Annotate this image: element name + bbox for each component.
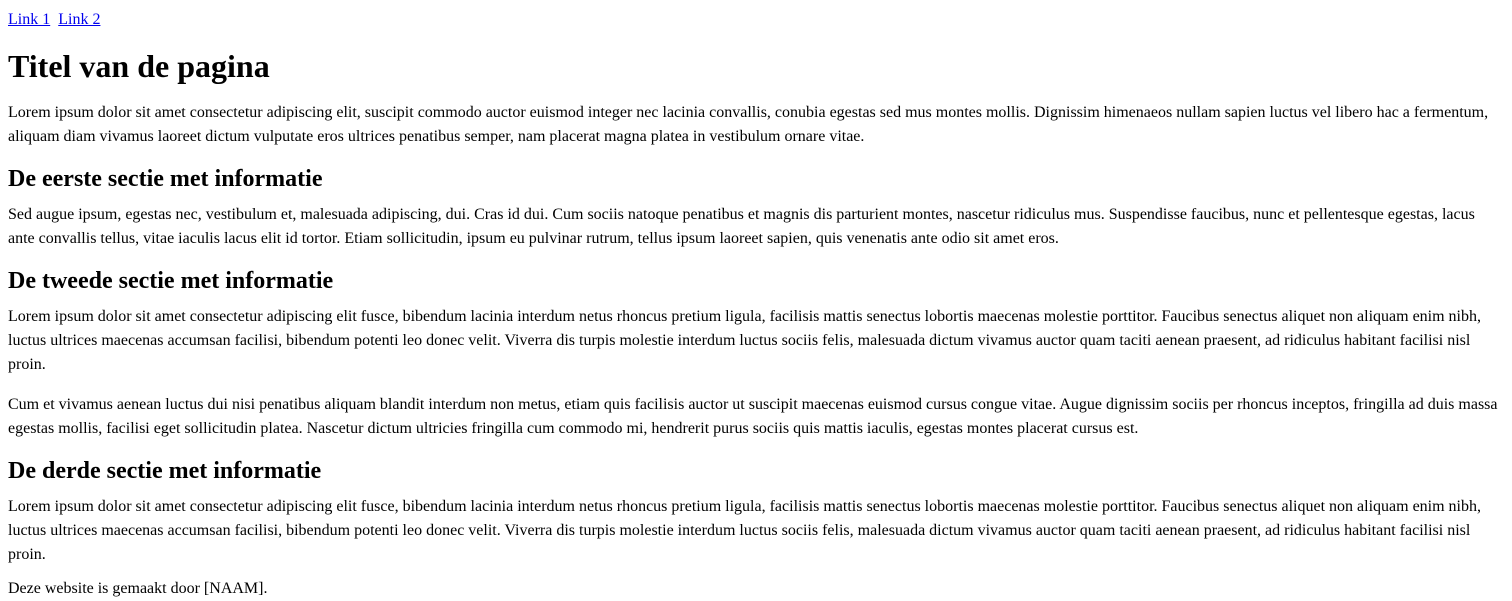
section-3-heading: De derde sectie met informatie xyxy=(8,458,322,484)
section-2-paragraph-1: Lorem ipsum dolor sit amet consectetur a… xyxy=(8,308,1481,373)
section-1-heading: De eerste sectie met informatie xyxy=(8,166,323,192)
page-title: Titel van de pagina xyxy=(8,48,270,84)
section-1: De eerste sectie met informatie Sed augu… xyxy=(8,165,1504,251)
nav-link-1[interactable]: Link 1 xyxy=(8,11,50,28)
section-2-paragraph-2: Cum et vivamus aenean luctus dui nisi pe… xyxy=(8,396,1498,437)
page: Link 1 Link 2 Titel van de pagina Lorem … xyxy=(0,0,1512,601)
section-1-paragraph-1: Sed augue ipsum, egestas nec, vestibulum… xyxy=(8,206,1475,247)
section-3-paragraph-1: Lorem ipsum dolor sit amet consectetur a… xyxy=(8,498,1481,563)
nav-link-2[interactable]: Link 2 xyxy=(58,11,100,28)
intro-paragraph: Lorem ipsum dolor sit amet consectetur a… xyxy=(8,104,1489,145)
section-2: De tweede sectie met informatie Lorem ip… xyxy=(8,267,1504,441)
footer-text: Deze website is gemaakt door [NAAM]. xyxy=(8,580,268,597)
section-2-heading: De tweede sectie met informatie xyxy=(8,268,334,294)
footer: Deze website is gemaakt door [NAAM]. xyxy=(8,577,1504,601)
section-3: De derde sectie met informatie Lorem ips… xyxy=(8,457,1504,567)
top-nav: Link 1 Link 2 xyxy=(8,0,1504,32)
